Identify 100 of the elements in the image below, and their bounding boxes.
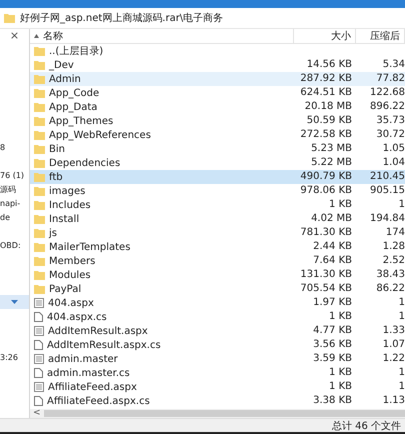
file-size: 287.92 KB	[299, 72, 353, 86]
file-size: 4.77 KB	[312, 324, 353, 338]
folder-icon	[34, 74, 45, 84]
file-name: App_Themes	[49, 116, 114, 126]
file-size: 7.64 KB	[312, 254, 353, 268]
file-size: 14.56 KB	[306, 58, 353, 72]
folder-icon	[34, 186, 45, 196]
file-row[interactable]: Dependencies 5.22 MB 1.04	[30, 156, 405, 170]
scrollbar-thumb[interactable]	[44, 410, 405, 417]
file-row[interactable]: 404.aspx.cs 1 KB 1	[30, 310, 405, 324]
file-name: App_WebReferences	[49, 130, 151, 140]
packed-size: 1.13	[382, 394, 405, 408]
file-size: 1 KB	[328, 380, 353, 394]
packed-size: 1	[398, 380, 405, 394]
scroll-left-button[interactable]: <	[30, 409, 44, 418]
file-size: 4.02 MB	[310, 212, 353, 226]
file-row[interactable]: _Dev 14.56 KB 5.34	[30, 58, 405, 72]
file-row[interactable]: AffiliateFeed.aspx.cs 3.38 KB 1.13	[30, 394, 405, 408]
file-size: 1.97 KB	[312, 296, 353, 310]
file-size: 131.30 KB	[299, 268, 353, 282]
web-page-file-icon	[34, 354, 44, 364]
packed-size: 1	[398, 310, 405, 324]
file-name: _Dev	[49, 60, 74, 70]
file-name: Members	[49, 256, 96, 266]
caret-icon	[11, 300, 18, 304]
file-row[interactable]: js 781.30 KB 174	[30, 226, 405, 240]
file-row[interactable]: admin.master.cs 1 KB 1	[30, 366, 405, 380]
file-row[interactable]: App_Themes 50.59 KB 35.73	[30, 114, 405, 128]
column-heading[interactable]: 大小	[294, 29, 356, 43]
file-icon	[34, 396, 43, 406]
file-row[interactable]: Bin 5.23 MB 1.05	[30, 142, 405, 156]
file-row[interactable]: Members 7.64 KB 2.52	[30, 254, 405, 268]
file-row[interactable]: admin.master 3.59 KB 1.22	[30, 352, 405, 366]
folder-icon	[34, 102, 45, 112]
web-page-file-icon	[34, 326, 44, 336]
file-row[interactable]: ftb 490.79 KB 210.45	[30, 170, 405, 184]
column-heading[interactable]: 压缩后	[356, 29, 405, 43]
file-row[interactable]: Install 4.02 MB 194.84	[30, 212, 405, 226]
folder-icon	[34, 256, 45, 266]
file-name: App_Code	[49, 88, 100, 98]
folder-icon	[34, 116, 45, 126]
file-size: 781.30 KB	[299, 226, 353, 240]
close-icon[interactable]: ×	[0, 29, 29, 43]
file-name: Includes	[49, 200, 91, 210]
horizontal-scrollbar[interactable]: <	[30, 409, 405, 418]
packed-size: 905.15	[369, 184, 405, 198]
file-row[interactable]: AddItemResult.aspx.cs 3.56 KB 1.07	[30, 338, 405, 352]
folder-icon	[34, 214, 45, 224]
folder-icon	[34, 144, 45, 154]
file-size: 3.56 KB	[312, 338, 353, 352]
file-size: 3.59 KB	[312, 352, 353, 366]
file-name: Modules	[49, 270, 91, 280]
folder-icon	[34, 228, 45, 238]
file-row[interactable]: 404.aspx 1.97 KB 1	[30, 296, 405, 310]
file-row[interactable]: ..(上层目录)	[30, 44, 405, 58]
packed-size: 210.45	[369, 170, 405, 184]
packed-size: 1.33	[382, 324, 405, 338]
folder-icon	[34, 172, 45, 182]
folder-icon	[34, 284, 45, 294]
file-row[interactable]: App_WebReferences 272.58 KB 30.72	[30, 128, 405, 142]
packed-size: 174	[384, 226, 405, 240]
file-row[interactable]: Includes 1 KB 1	[30, 198, 405, 212]
packed-size: 5.34	[382, 58, 405, 72]
packed-size: 1.07	[382, 338, 405, 352]
folder-icon	[34, 158, 45, 168]
side-panel-text: 8	[0, 142, 6, 154]
file-size: 2.44 KB	[312, 240, 353, 254]
file-name: App_Data	[49, 102, 98, 112]
side-panel-text: 3:26	[0, 352, 19, 364]
file-row[interactable]: Admin 287.92 KB 77.82	[30, 72, 405, 86]
file-row[interactable]: AffiliateFeed.aspx 1 KB 1	[30, 380, 405, 394]
file-row[interactable]: images 978.06 KB 905.15	[30, 184, 405, 198]
sort-arrow-icon	[34, 34, 39, 38]
folder-icon	[34, 60, 45, 70]
file-name: images	[49, 186, 86, 196]
file-row[interactable]: AddItemResult.aspx 4.77 KB 1.33	[30, 324, 405, 338]
file-row[interactable]: PayPal 705.54 KB 86.22	[30, 282, 405, 296]
web-page-file-icon	[34, 298, 44, 308]
file-row[interactable]: Modules 131.30 KB 38.43	[30, 268, 405, 282]
file-name: 404.aspx	[48, 298, 94, 308]
file-name: AddItemResult.aspx.cs	[47, 340, 161, 350]
column-heading[interactable]: 名称	[30, 29, 294, 43]
path-text: 好例子网_asp.net网上商城源码.rar\电子商务	[20, 12, 224, 25]
packed-size: 1	[398, 366, 405, 380]
packed-size: 86.22	[375, 282, 405, 296]
side-panel-text: napi-	[0, 198, 22, 210]
file-row[interactable]: MailerTemplates 2.44 KB 1.28	[30, 240, 405, 254]
dropdown-toggle[interactable]	[0, 295, 29, 309]
folder-icon	[34, 270, 45, 280]
side-panel-text: 76 (1)	[0, 170, 26, 182]
file-row[interactable]: App_Code 624.51 KB 122.68	[30, 86, 405, 100]
file-size: 1 KB	[328, 310, 353, 324]
packed-size: 1.22	[382, 352, 405, 366]
file-size: 1 KB	[328, 366, 353, 380]
side-panel-text: OBD:	[0, 240, 22, 252]
packed-size: 1	[398, 296, 405, 310]
file-name: AddItemResult.aspx	[48, 326, 148, 336]
file-size: 978.06 KB	[299, 184, 353, 198]
file-row[interactable]: App_Data 20.18 MB 896.22	[30, 100, 405, 114]
file-name: Bin	[49, 144, 65, 154]
